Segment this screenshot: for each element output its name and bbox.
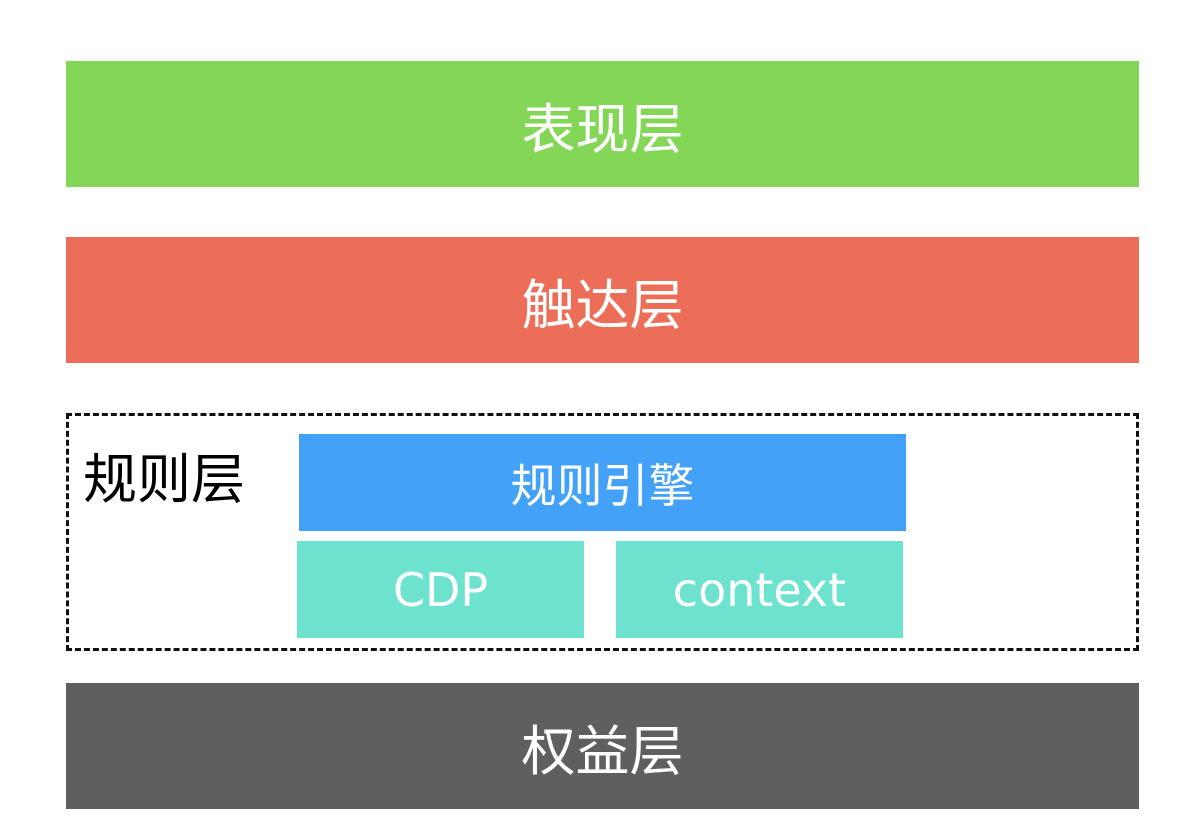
- cdp-block: CDP: [297, 541, 584, 638]
- benefit-layer-label: 权益层: [521, 719, 684, 783]
- rule-engine-block: 规则引擎: [299, 434, 906, 531]
- reach-layer-block: 触达层: [66, 237, 1139, 363]
- rule-engine-label: 规则引擎: [510, 458, 695, 513]
- context-label: context: [672, 562, 847, 617]
- architecture-diagram: 表现层 触达层 规则层 规则引擎 CDP context 权益层: [0, 0, 1190, 840]
- rule-layer-label: 规则层: [83, 448, 245, 511]
- presentation-layer-block: 表现层: [66, 61, 1139, 187]
- cdp-label: CDP: [392, 562, 489, 617]
- benefit-layer-block: 权益层: [66, 683, 1139, 809]
- presentation-layer-label: 表现层: [521, 97, 684, 161]
- context-block: context: [616, 541, 903, 638]
- reach-layer-label: 触达层: [521, 273, 684, 337]
